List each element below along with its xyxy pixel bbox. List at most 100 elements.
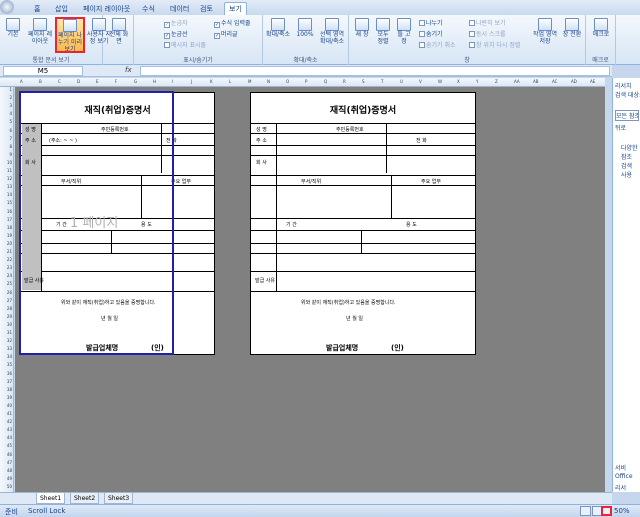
pane-link-services[interactable]: 서비 [615,463,626,472]
row-header[interactable]: 25 [0,281,13,286]
zoom-100-button[interactable]: 100% [295,18,315,38]
row-header[interactable]: 22 [0,257,13,262]
row-header[interactable]: 11 [0,168,13,173]
column-header[interactable]: O [286,79,289,84]
column-header[interactable]: V [419,79,422,84]
gridlines-checkbox[interactable]: ✓ 눈금선 [164,29,188,39]
column-header[interactable]: C [58,79,61,84]
message-bar-checkbox[interactable]: 메시지 표시줄 [164,40,206,49]
page-break-preview-button[interactable]: 페이지 나누기 미리 보기 [55,17,85,53]
row-header[interactable]: 4 [0,111,13,116]
row-header[interactable]: 12 [0,176,13,181]
row-header[interactable]: 19 [0,233,13,238]
pane-link-office[interactable]: Office [615,473,633,480]
row-header[interactable]: 50 [0,484,13,489]
row-header[interactable]: 39 [0,395,13,400]
column-header[interactable]: A [20,79,23,84]
column-header[interactable]: W [438,79,442,84]
column-header[interactable]: AA [514,79,520,84]
page-layout-view-button[interactable]: 페이지 레이아웃 [27,18,53,45]
sheet-tab-3[interactable]: Sheet3 [104,493,134,504]
tab-data[interactable]: 데이터 [166,3,193,15]
row-header[interactable]: 24 [0,273,13,278]
row-header[interactable]: 33 [0,346,13,351]
row-header[interactable]: 2 [0,95,13,100]
column-header[interactable]: Y [476,79,478,84]
arrange-all-button[interactable]: 모두 정렬 [374,18,392,45]
save-workspace-button[interactable]: 작업 영역 저장 [533,18,557,45]
row-header[interactable]: 15 [0,200,13,205]
row-header[interactable]: 46 [0,452,13,457]
headings-checkbox[interactable]: ✓ 머리글 [214,29,238,39]
row-header[interactable]: 8 [0,144,13,149]
normal-view-icon[interactable] [580,506,591,516]
row-header[interactable]: 31 [0,330,13,335]
row-header[interactable]: 30 [0,322,13,327]
row-header[interactable]: 7 [0,136,13,141]
row-header[interactable]: 5 [0,119,13,124]
column-header[interactable]: AD [571,79,577,84]
normal-view-button[interactable]: 기본 [3,18,23,38]
switch-windows-button[interactable]: 창 전환 [561,18,583,38]
row-header[interactable]: 29 [0,314,13,319]
row-header[interactable]: 14 [0,192,13,197]
pane-back-button[interactable]: 뒤로 [615,123,626,132]
column-header[interactable]: E [96,79,99,84]
tab-review[interactable]: 검토 [196,3,217,15]
column-header[interactable]: AB [533,79,538,84]
row-header[interactable]: 34 [0,354,13,359]
column-header[interactable]: L [229,79,231,84]
column-header[interactable]: F [115,79,117,84]
pane-link-research[interactable]: 리서 [615,483,626,492]
row-header[interactable]: 43 [0,427,13,432]
row-header[interactable]: 26 [0,290,13,295]
column-header[interactable]: AC [552,79,557,84]
column-header[interactable]: I [172,79,173,84]
column-header[interactable]: T [381,79,383,84]
row-header[interactable]: 21 [0,249,13,254]
column-header[interactable]: P [305,79,307,84]
tab-page-layout[interactable]: 페이지 레이아웃 [79,3,134,15]
row-header[interactable]: 20 [0,241,13,246]
row-header[interactable]: 47 [0,460,13,465]
row-header[interactable]: 45 [0,443,13,448]
row-header[interactable]: 49 [0,476,13,481]
full-screen-button[interactable]: 전체 화면 [108,18,130,45]
office-button-icon[interactable] [0,0,14,14]
row-header[interactable]: 10 [0,160,13,165]
row-header[interactable]: 18 [0,225,13,230]
column-header[interactable]: U [400,79,403,84]
sheet-tab-1[interactable]: Sheet1 [36,493,66,504]
freeze-panes-button[interactable]: 틀 고정 [395,18,413,45]
row-header[interactable]: 48 [0,468,13,473]
row-header[interactable]: 44 [0,435,13,440]
row-header[interactable]: 1 [0,87,13,92]
zoom-button[interactable]: 확대/축소 [265,18,291,38]
unhide-button[interactable]: 숨기기 취소 [419,40,456,49]
reset-position-button[interactable]: 창 위치 다시 정렬 [469,40,520,49]
row-header[interactable]: 27 [0,298,13,303]
row-header[interactable]: 36 [0,371,13,376]
row-header[interactable]: 6 [0,128,13,133]
row-header[interactable]: 41 [0,411,13,416]
fx-button[interactable]: fx [125,66,139,76]
page-break-view-icon[interactable] [601,506,612,516]
column-header[interactable]: R [343,79,346,84]
column-header[interactable]: H [153,79,156,84]
pane-source-select[interactable]: 모든 참조 [615,110,639,121]
row-header[interactable]: 37 [0,379,13,384]
side-by-side-button[interactable]: 나란히 보기 [469,18,506,27]
column-header[interactable]: S [362,79,365,84]
tab-view[interactable]: 보기 [224,2,247,15]
hide-button[interactable]: 숨기기 [419,29,443,38]
column-header[interactable]: Z [495,79,498,84]
sheet-tab-2[interactable]: Sheet2 [70,493,100,504]
column-header[interactable]: N [267,79,270,84]
zoom-selection-button[interactable]: 선택 영역 확대/축소 [317,18,347,45]
name-box[interactable]: M5 [3,66,83,76]
row-header[interactable]: 13 [0,184,13,189]
row-header[interactable]: 35 [0,362,13,367]
sync-scroll-button[interactable]: 동시 스크롤 [469,29,506,38]
column-header[interactable]: Q [324,79,327,84]
row-header[interactable]: 9 [0,152,13,157]
